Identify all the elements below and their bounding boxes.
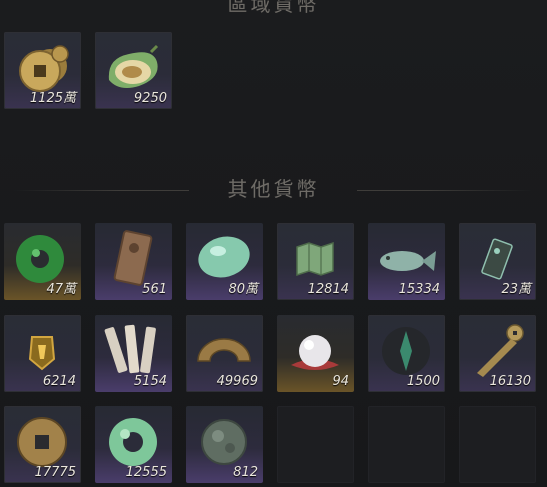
item-slot-jade-fish[interactable]: 15334 <box>368 223 445 300</box>
item-quantity: 49969 <box>216 374 258 389</box>
item-quantity: 1125萬 <box>29 91 76 106</box>
item-slot-coins[interactable]: 1125萬 <box>4 32 81 109</box>
empty-slot <box>277 406 354 483</box>
item-slot-bronze-half-disc[interactable]: 49969 <box>186 315 263 392</box>
item-quantity: 47萬 <box>46 282 76 297</box>
item-quantity: 12555 <box>125 465 167 480</box>
item-slot-emblem[interactable]: 1500 <box>368 315 445 392</box>
currency-panel: 區域貨幣 1125萬 9250 其他貨幣 47萬 561 80萬 12814 1… <box>0 0 547 487</box>
item-slot-pearl[interactable]: 94 <box>277 315 354 392</box>
item-slot-token[interactable]: 23萬 <box>459 223 536 300</box>
divider-right <box>357 190 532 191</box>
item-slot-map[interactable]: 12814 <box>277 223 354 300</box>
other-currency-title: 其他貨幣 <box>227 177 320 201</box>
item-slot-knife-coin[interactable]: 16130 <box>459 315 536 392</box>
region-currency-title: 區域貨幣 <box>227 0 320 16</box>
item-slot-bamboo-slips[interactable]: 5154 <box>95 315 172 392</box>
item-quantity: 23萬 <box>501 282 531 297</box>
item-quantity: 15334 <box>398 282 440 297</box>
empty-slot <box>368 406 445 483</box>
item-quantity: 12814 <box>307 282 349 297</box>
item-slot-gold-badge[interactable]: 6214 <box>4 315 81 392</box>
item-slot-jade-stone[interactable]: 80萬 <box>186 223 263 300</box>
item-quantity: 94 <box>332 374 349 389</box>
item-slot-jade-ring[interactable]: 47萬 <box>4 223 81 300</box>
item-quantity: 1500 <box>406 374 440 389</box>
item-quantity: 9250 <box>133 91 167 106</box>
item-quantity: 561 <box>142 282 167 297</box>
item-quantity: 16130 <box>489 374 531 389</box>
item-slot-bronze-tablet[interactable]: 561 <box>95 223 172 300</box>
item-quantity: 80萬 <box>228 282 258 297</box>
item-quantity: 812 <box>233 465 258 480</box>
empty-slot <box>459 406 536 483</box>
item-slot-square-hole-coin[interactable]: 17775 <box>4 406 81 483</box>
item-slot-old-coin[interactable]: 812 <box>186 406 263 483</box>
item-quantity: 5154 <box>133 374 167 389</box>
item-quantity: 6214 <box>42 374 76 389</box>
item-quantity: 17775 <box>34 465 76 480</box>
item-slot-jade-disc[interactable]: 12555 <box>95 406 172 483</box>
item-slot-melon[interactable]: 9250 <box>95 32 172 109</box>
